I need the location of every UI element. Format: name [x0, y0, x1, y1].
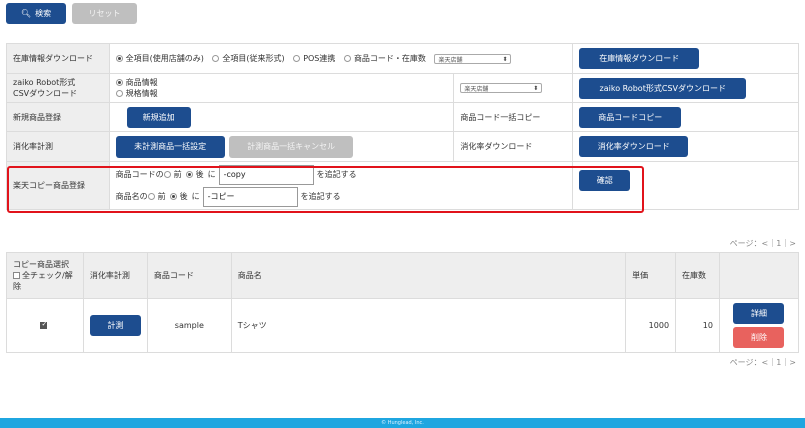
row-csv-download: zaiko Robot形式 CSVダウンロード 商品情報 規格情報 楽天店舗 ⬍ …: [6, 73, 799, 103]
row-consumption: 消化率計測 未計測商品一括設定 計測商品一括キャンセル 消化率ダウンロード 消化…: [6, 131, 799, 162]
consumption-buttons: 未計測商品一括設定 計測商品一括キャンセル: [108, 131, 455, 162]
set-unmeasured-button[interactable]: 未計測商品一括設定: [115, 135, 225, 158]
header-price: 単価: [625, 252, 677, 299]
csv-options: 商品情報 規格情報: [108, 73, 455, 103]
name-before-option[interactable]: 前: [147, 191, 166, 202]
download-button-cell: 在庫情報ダウンロード: [572, 43, 799, 74]
reset-button[interactable]: リセット: [72, 3, 137, 24]
name-after-option[interactable]: 後: [169, 191, 188, 202]
rakuten-copy-fields: 商品コードの 前 後 に を追記する 商品名の 前 後 に を追記する: [108, 161, 574, 210]
measure-button[interactable]: 計測: [89, 315, 141, 336]
settings-form: 在庫情報ダウンロード 全項目(使用店舗のみ) 全項目(従来形式) POS連携 商…: [6, 43, 799, 210]
row-name: Tシャツ: [230, 298, 627, 353]
product-table: コピー商品選択 全チェック/解 除 消化率計測 商品コード 商品名 単価 在庫数…: [6, 252, 800, 353]
confirm-cell: 確認: [572, 161, 799, 210]
radio-icon: [115, 54, 123, 62]
pager-bottom[interactable]: ページ：<｜1｜>: [730, 357, 796, 368]
radio-icon: [115, 79, 123, 86]
header-measure: 消化率計測: [82, 252, 148, 299]
select-arrow-icon: ⬍: [533, 84, 539, 92]
row-label: 新規商品登録: [6, 102, 110, 132]
header-name: 商品名: [230, 252, 627, 299]
confirm-button[interactable]: 確認: [579, 170, 631, 191]
search-button[interactable]: 🔍︎ 検索: [6, 3, 66, 24]
option-spec-info[interactable]: 規格情報: [115, 88, 158, 99]
consumption-dl-cell: 消化率ダウンロード: [572, 131, 799, 162]
row-price: 1000: [625, 298, 677, 353]
row-label: 楽天コピー商品登録: [6, 161, 110, 210]
row-inventory-download: 在庫情報ダウンロード 全項目(使用店舗のみ) 全項目(従来形式) POS連携 商…: [6, 43, 799, 74]
csv-download-button[interactable]: zaiko Robot形式CSVダウンロード: [579, 77, 747, 99]
detail-button[interactable]: 詳細: [733, 303, 785, 324]
row-measure-cell: 計測: [82, 298, 148, 353]
name-affix-line: 商品名の 前 後 に を追記する: [116, 186, 567, 208]
inventory-download-button[interactable]: 在庫情報ダウンロード: [579, 48, 700, 69]
table-header: コピー商品選択 全チェック/解 除 消化率計測 商品コード 商品名 単価 在庫数: [6, 252, 800, 299]
radio-icon: [163, 171, 171, 178]
option-pos[interactable]: POS連携: [293, 53, 335, 64]
download-options: 全項目(使用店舗のみ) 全項目(従来形式) POS連携 商品コード・在庫数 楽天…: [108, 43, 574, 74]
cancel-measured-button[interactable]: 計測商品一括キャンセル: [229, 135, 354, 158]
footer: © Hunglead, Inc.: [0, 418, 805, 428]
option-product-info[interactable]: 商品情報: [115, 77, 158, 88]
csv-store-select[interactable]: 楽天店舗 ⬍: [460, 83, 543, 93]
radio-icon: [212, 54, 220, 62]
header-copy-select: コピー商品選択 全チェック/解 除: [6, 252, 84, 299]
row-label: 在庫情報ダウンロード: [6, 43, 110, 74]
radio-icon: [293, 54, 301, 62]
code-copy-label: 商品コード一括コピー: [453, 102, 574, 132]
option-all-used[interactable]: 全項目(使用店舗のみ): [115, 53, 204, 64]
code-before-option[interactable]: 前: [163, 169, 182, 180]
row-code: sample: [146, 298, 232, 353]
radio-icon: [185, 171, 193, 178]
radio-icon: [343, 54, 351, 62]
radio-icon: [147, 193, 155, 200]
search-icon: 🔍︎: [20, 9, 32, 18]
row-rakuten-copy: 楽天コピー商品登録 商品コードの 前 後 に を追記する 商品名の 前 後 に …: [6, 161, 799, 210]
header-code: 商品コード: [146, 252, 232, 299]
csv-store-cell: 楽天店舗 ⬍: [453, 73, 574, 103]
option-code-stock[interactable]: 商品コード・在庫数: [343, 53, 426, 64]
row-new-product: 新規商品登録 新規追加 商品コード一括コピー 商品コードコピー: [6, 102, 799, 132]
code-copy-button[interactable]: 商品コードコピー: [579, 106, 682, 128]
radio-icon: [115, 90, 123, 97]
select-arrow-icon: ⬍: [502, 55, 508, 63]
check-all-toggle[interactable]: 全チェック/解: [13, 270, 77, 281]
radio-icon: [169, 193, 177, 200]
consumption-dl-label: 消化率ダウンロード: [453, 131, 574, 162]
checkbox-icon: [13, 272, 20, 279]
pager-top[interactable]: ページ：<｜1｜>: [730, 238, 796, 249]
table-row: 計測 sample Tシャツ 1000 10 詳細 削除: [6, 298, 800, 353]
consumption-download-button[interactable]: 消化率ダウンロード: [579, 136, 689, 157]
row-checkbox[interactable]: [40, 320, 48, 329]
csv-button-cell: zaiko Robot形式CSVダウンロード: [572, 73, 799, 103]
new-button-cell: 新規追加: [108, 102, 455, 132]
code-affix-input[interactable]: [218, 164, 314, 185]
header-actions: [718, 252, 800, 299]
row-actions: 詳細 削除: [718, 298, 800, 353]
row-label: 消化率計測: [6, 131, 110, 162]
store-select[interactable]: 楽天店舗 ⬍: [434, 54, 512, 65]
delete-button[interactable]: 削除: [733, 327, 785, 348]
option-all-legacy[interactable]: 全項目(従来形式): [212, 53, 285, 64]
add-new-button[interactable]: 新規追加: [126, 106, 191, 128]
row-label: zaiko Robot形式 CSVダウンロード: [6, 73, 110, 103]
code-copy-cell: 商品コードコピー: [572, 102, 799, 132]
code-affix-line: 商品コードの 前 後 に を追記する: [116, 164, 567, 186]
code-after-option[interactable]: 後: [185, 169, 204, 180]
header-stock: 在庫数: [675, 252, 720, 299]
row-stock: 10: [675, 298, 720, 353]
name-affix-input[interactable]: [202, 186, 298, 207]
row-select-cell: [6, 298, 84, 353]
